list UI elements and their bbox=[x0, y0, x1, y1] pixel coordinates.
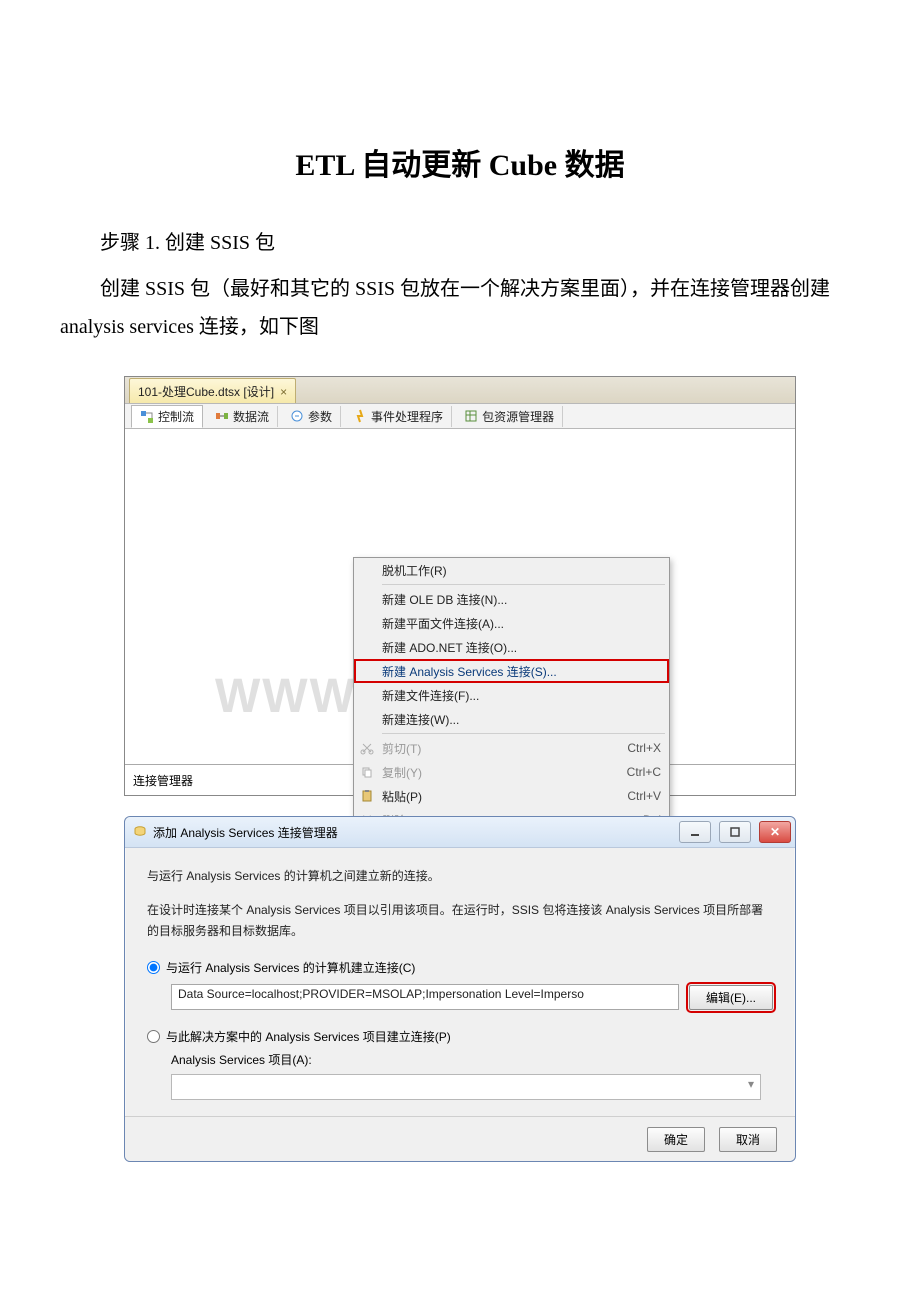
dialog-button-row: 确定 取消 bbox=[125, 1116, 795, 1161]
tab-label: 包资源管理器 bbox=[482, 408, 554, 425]
tab-label: 控制流 bbox=[158, 408, 194, 425]
dialog-icon bbox=[133, 824, 147, 841]
menu-new-file[interactable]: 新建文件连接(F)... bbox=[354, 683, 669, 707]
menu-cut: 剪切(T) Ctrl+X bbox=[354, 736, 669, 760]
dialog-title: 添加 Analysis Services 连接管理器 bbox=[153, 824, 338, 841]
menu-label: 复制(Y) bbox=[382, 764, 422, 781]
paste-icon bbox=[360, 789, 374, 803]
ssis-designer-screenshot: 101-处理Cube.dtsx [设计] × 控制流 数据流 bbox=[124, 376, 796, 796]
dialog-description-2: 在设计时连接某个 Analysis Services 项目以引用该项目。在运行时… bbox=[147, 900, 773, 941]
menu-copy: 复制(Y) Ctrl+C bbox=[354, 760, 669, 784]
panel-label: 连接管理器 bbox=[133, 772, 193, 789]
document-tab-label: 101-处理Cube.dtsx [设计] bbox=[138, 383, 274, 400]
connection-string-field[interactable]: Data Source=localhost;PROVIDER=MSOLAP;Im… bbox=[171, 984, 679, 1010]
radio-label: 与此解决方案中的 Analysis Services 项目建立连接(P) bbox=[166, 1028, 451, 1045]
shortcut: Ctrl+V bbox=[627, 789, 661, 803]
dialog-titlebar[interactable]: 添加 Analysis Services 连接管理器 ✕ bbox=[125, 817, 795, 848]
cancel-button[interactable]: 取消 bbox=[719, 1127, 777, 1152]
paragraph: 创建 SSIS 包（最好和其它的 SSIS 包放在一个解决方案里面），并在连接管… bbox=[60, 270, 860, 346]
radio-option-project[interactable]: 与此解决方案中的 Analysis Services 项目建立连接(P) bbox=[147, 1028, 773, 1045]
data-flow-icon bbox=[215, 409, 229, 423]
minimize-button[interactable] bbox=[679, 821, 711, 843]
dialog-body: 与运行 Analysis Services 的计算机之间建立新的连接。 在设计时… bbox=[125, 848, 795, 1116]
menu-new-analysis-services[interactable]: 新建 Analysis Services 连接(S)... bbox=[354, 659, 669, 683]
menu-new-oledb[interactable]: 新建 OLE DB 连接(N)... bbox=[354, 587, 669, 611]
tab-label: 事件处理程序 bbox=[371, 408, 443, 425]
maximize-button[interactable] bbox=[719, 821, 751, 843]
ok-button[interactable]: 确定 bbox=[647, 1127, 705, 1152]
cut-icon bbox=[360, 741, 374, 755]
menu-label: 新建文件连接(F)... bbox=[382, 687, 479, 704]
menu-separator bbox=[382, 584, 665, 585]
menu-label: 剪切(T) bbox=[382, 740, 421, 757]
radio-label: 与运行 Analysis Services 的计算机建立连接(C) bbox=[166, 959, 415, 976]
tab-parameters[interactable]: 参数 bbox=[282, 406, 341, 427]
shortcut: Ctrl+C bbox=[627, 765, 661, 779]
menu-label: 粘贴(P) bbox=[382, 788, 422, 805]
menu-new-adonet[interactable]: 新建 ADO.NET 连接(O)... bbox=[354, 635, 669, 659]
designer-canvas[interactable]: WWW. 脱机工作(R) 新建 OLE DB 连接(N)... 新建平面文件连接… bbox=[125, 429, 795, 764]
menu-label: 新建 ADO.NET 连接(O)... bbox=[382, 639, 517, 656]
close-icon[interactable]: × bbox=[280, 385, 287, 399]
menu-label: 新建 Analysis Services 连接(S)... bbox=[382, 663, 557, 680]
document-tab[interactable]: 101-处理Cube.dtsx [设计] × bbox=[129, 378, 296, 403]
radio-input[interactable] bbox=[147, 961, 160, 974]
menu-label: 新建连接(W)... bbox=[382, 711, 459, 728]
control-flow-icon bbox=[140, 410, 154, 424]
menu-label: 新建平面文件连接(A)... bbox=[382, 615, 504, 632]
project-dropdown[interactable] bbox=[171, 1074, 761, 1100]
step-heading: 步骤 1. 创建 SSIS 包 bbox=[60, 224, 860, 262]
shortcut: Ctrl+X bbox=[627, 741, 661, 755]
edit-button[interactable]: 编辑(E)... bbox=[689, 985, 773, 1010]
watermark-text: WWW. bbox=[215, 669, 370, 724]
tab-label: 数据流 bbox=[233, 408, 269, 425]
explorer-icon bbox=[464, 409, 478, 423]
close-button[interactable]: ✕ bbox=[759, 821, 791, 843]
dialog-description-1: 与运行 Analysis Services 的计算机之间建立新的连接。 bbox=[147, 866, 773, 886]
project-label: Analysis Services 项目(A): bbox=[171, 1051, 773, 1068]
tab-control-flow[interactable]: 控制流 bbox=[131, 405, 203, 428]
event-icon bbox=[353, 409, 367, 423]
radio-option-computer[interactable]: 与运行 Analysis Services 的计算机建立连接(C) bbox=[147, 959, 773, 976]
tab-label: 参数 bbox=[308, 408, 332, 425]
copy-icon bbox=[360, 765, 374, 779]
tab-package-explorer[interactable]: 包资源管理器 bbox=[456, 406, 563, 427]
add-as-connection-dialog: 添加 Analysis Services 连接管理器 ✕ 与运行 Analysi… bbox=[124, 816, 796, 1162]
menu-offline[interactable]: 脱机工作(R) bbox=[354, 558, 669, 582]
menu-new-flatfile[interactable]: 新建平面文件连接(A)... bbox=[354, 611, 669, 635]
page-title: ETL 自动更新 Cube 数据 bbox=[60, 140, 860, 184]
menu-paste[interactable]: 粘贴(P) Ctrl+V bbox=[354, 784, 669, 808]
tab-data-flow[interactable]: 数据流 bbox=[207, 406, 278, 427]
connection-string-row: Data Source=localhost;PROVIDER=MSOLAP;Im… bbox=[171, 984, 773, 1010]
menu-new-connection[interactable]: 新建连接(W)... bbox=[354, 707, 669, 731]
document-tab-strip: 101-处理Cube.dtsx [设计] × bbox=[125, 377, 795, 403]
radio-input[interactable] bbox=[147, 1030, 160, 1043]
parameters-icon bbox=[290, 409, 304, 423]
menu-label: 脱机工作(R) bbox=[382, 562, 447, 579]
menu-separator bbox=[382, 733, 665, 734]
designer-tabs: 控制流 数据流 参数 事件处理程序 bbox=[125, 403, 795, 429]
tab-event-handlers[interactable]: 事件处理程序 bbox=[345, 406, 452, 427]
menu-label: 新建 OLE DB 连接(N)... bbox=[382, 591, 507, 608]
